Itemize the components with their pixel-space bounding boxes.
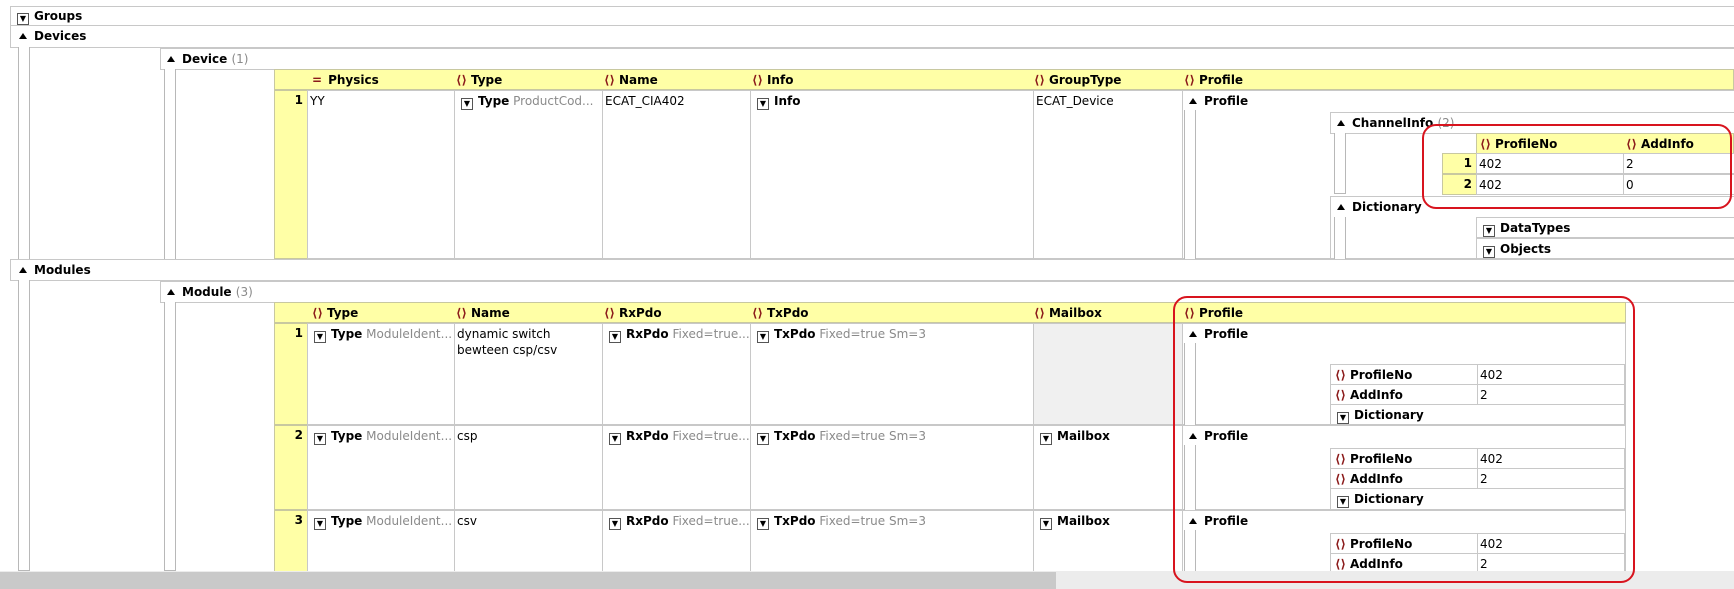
module-cell-rxpdo[interactable]: ▼ RxPdo Fixed=true... bbox=[602, 425, 751, 510]
module-cell-mailbox[interactable]: ▼ Mailbox bbox=[1033, 510, 1183, 572]
device-tree-bar[interactable] bbox=[164, 69, 176, 260]
col-info[interactable]: ⟨⟩ Info bbox=[752, 72, 793, 88]
brace-icon: ⟨⟩ bbox=[456, 73, 467, 87]
module-cell-name[interactable]: csv bbox=[454, 510, 603, 572]
collapse-icon[interactable] bbox=[19, 267, 27, 273]
device-header: Device (1) bbox=[160, 48, 1734, 70]
objects-row[interactable]: ▼ Objects bbox=[1476, 238, 1734, 259]
module-row-number[interactable]: 1 bbox=[274, 323, 308, 425]
dropdown-icon[interactable]: ▼ bbox=[757, 98, 769, 110]
col-physics[interactable]: = Physics bbox=[312, 72, 379, 88]
col-type[interactable]: ⟨⟩ Type bbox=[456, 72, 502, 88]
brace-icon: ⟨⟩ bbox=[1034, 73, 1045, 87]
module-cell-txpdo[interactable]: ▼ TxPdo Fixed=true Sm=3 bbox=[750, 425, 1034, 510]
brace-icon: ⟨⟩ bbox=[456, 306, 467, 320]
brace-icon: ⟨⟩ bbox=[604, 306, 615, 320]
module-cell-mailbox[interactable]: ▼ Mailbox bbox=[1033, 425, 1183, 510]
collapse-icon[interactable] bbox=[1337, 120, 1345, 126]
module-row-number[interactable]: 3 bbox=[274, 510, 308, 572]
highlight-module-profile bbox=[1173, 296, 1635, 583]
module-cell-txpdo[interactable]: ▼ TxPdo Fixed=true Sm=3 bbox=[750, 510, 1034, 572]
dropdown-icon[interactable]: ▼ bbox=[757, 518, 769, 530]
col-name[interactable]: ⟨⟩ Name bbox=[604, 72, 658, 88]
dropdown-icon[interactable]: ▼ bbox=[1483, 246, 1495, 258]
collapse-icon[interactable] bbox=[19, 33, 27, 39]
module-row-number[interactable]: 2 bbox=[274, 425, 308, 510]
equals-icon: = bbox=[312, 73, 323, 87]
device-cell-name[interactable]: ECAT_CIA402 bbox=[602, 90, 751, 259]
dropdown-icon[interactable]: ▼ bbox=[314, 518, 326, 530]
module-cell-rxpdo[interactable]: ▼ RxPdo Fixed=true... bbox=[602, 323, 751, 425]
module-cell-type[interactable]: ▼ Type ModuleIdent... bbox=[307, 425, 455, 510]
profile-tree-bar[interactable] bbox=[1184, 110, 1196, 260]
device-count: (1) bbox=[231, 52, 249, 66]
horizontal-scrollbar-thumb[interactable] bbox=[0, 572, 1056, 589]
col-txpdo[interactable]: ⟨⟩ TxPdo bbox=[752, 305, 809, 321]
devices-row: Devices bbox=[10, 26, 1734, 48]
dropdown-icon[interactable]: ▼ bbox=[609, 433, 621, 445]
brace-icon: ⟨⟩ bbox=[604, 73, 615, 87]
col-grouptype[interactable]: ⟨⟩ GroupType bbox=[1034, 72, 1121, 88]
modules-tree-bar[interactable] bbox=[18, 280, 30, 571]
module-cell-type[interactable]: ▼ Type ModuleIdent... bbox=[307, 510, 455, 572]
collapse-icon[interactable] bbox=[1337, 204, 1345, 210]
dropdown-icon[interactable]: ▼ bbox=[1040, 518, 1052, 530]
modules-label: Modules bbox=[34, 263, 91, 277]
dropdown-icon[interactable]: ▼ bbox=[757, 433, 769, 445]
brace-icon: ⟨⟩ bbox=[1184, 73, 1195, 87]
col-type[interactable]: ⟨⟩ Type bbox=[312, 305, 358, 321]
collapse-icon[interactable] bbox=[1189, 98, 1197, 104]
dropdown-icon[interactable]: ▼ bbox=[17, 13, 29, 25]
dropdown-icon[interactable]: ▼ bbox=[314, 433, 326, 445]
col-profile[interactable]: ⟨⟩ Profile bbox=[1184, 72, 1243, 88]
devices-tree-bar[interactable] bbox=[18, 47, 30, 260]
device-cell-physics[interactable]: YY bbox=[307, 90, 455, 259]
device-label: Device bbox=[182, 52, 228, 66]
highlight-channelinfo bbox=[1422, 124, 1732, 209]
dictionary-tree-bar[interactable] bbox=[1334, 217, 1346, 260]
collapse-icon[interactable] bbox=[167, 56, 175, 62]
modules-row: Modules bbox=[10, 259, 1734, 281]
channelinfo-tree-bar[interactable] bbox=[1334, 133, 1346, 194]
col-mailbox[interactable]: ⟨⟩ Mailbox bbox=[1034, 305, 1102, 321]
device-cell-type[interactable]: ▼ Type ProductCod... bbox=[454, 90, 603, 259]
device-cell-info[interactable]: ▼ Info bbox=[750, 90, 1034, 259]
dropdown-icon[interactable]: ▼ bbox=[1040, 433, 1052, 445]
col-name[interactable]: ⟨⟩ Name bbox=[456, 305, 510, 321]
module-cell-name[interactable]: dynamic switch bewteen csp/csv bbox=[454, 323, 603, 425]
device-cell-grouptype[interactable]: ECAT_Device bbox=[1033, 90, 1183, 259]
dropdown-icon[interactable]: ▼ bbox=[757, 331, 769, 343]
module-cell-mailbox-empty[interactable] bbox=[1033, 323, 1183, 425]
groups-row: ▼ Groups bbox=[10, 6, 1734, 26]
devices-label: Devices bbox=[34, 29, 87, 43]
device-row-number[interactable]: 1 bbox=[274, 90, 308, 259]
brace-icon: ⟨⟩ bbox=[752, 306, 763, 320]
datatypes-row[interactable]: ▼ DataTypes bbox=[1476, 217, 1734, 238]
dropdown-icon[interactable]: ▼ bbox=[461, 98, 473, 110]
dropdown-icon[interactable]: ▼ bbox=[609, 331, 621, 343]
collapse-icon[interactable] bbox=[167, 289, 175, 295]
module-cell-rxpdo[interactable]: ▼ RxPdo Fixed=true... bbox=[602, 510, 751, 572]
dropdown-icon[interactable]: ▼ bbox=[609, 518, 621, 530]
module-tree-bar[interactable] bbox=[164, 302, 176, 571]
module-cell-type[interactable]: ▼ Type ModuleIdent... bbox=[307, 323, 455, 425]
groups-label: Groups bbox=[34, 9, 83, 23]
dropdown-icon[interactable]: ▼ bbox=[1483, 225, 1495, 237]
col-rxpdo[interactable]: ⟨⟩ RxPdo bbox=[604, 305, 662, 321]
module-cell-name[interactable]: csp bbox=[454, 425, 603, 510]
dropdown-icon[interactable]: ▼ bbox=[314, 331, 326, 343]
brace-icon: ⟨⟩ bbox=[312, 306, 323, 320]
brace-icon: ⟨⟩ bbox=[1034, 306, 1045, 320]
brace-icon: ⟨⟩ bbox=[752, 73, 763, 87]
module-cell-txpdo[interactable]: ▼ TxPdo Fixed=true Sm=3 bbox=[750, 323, 1034, 425]
